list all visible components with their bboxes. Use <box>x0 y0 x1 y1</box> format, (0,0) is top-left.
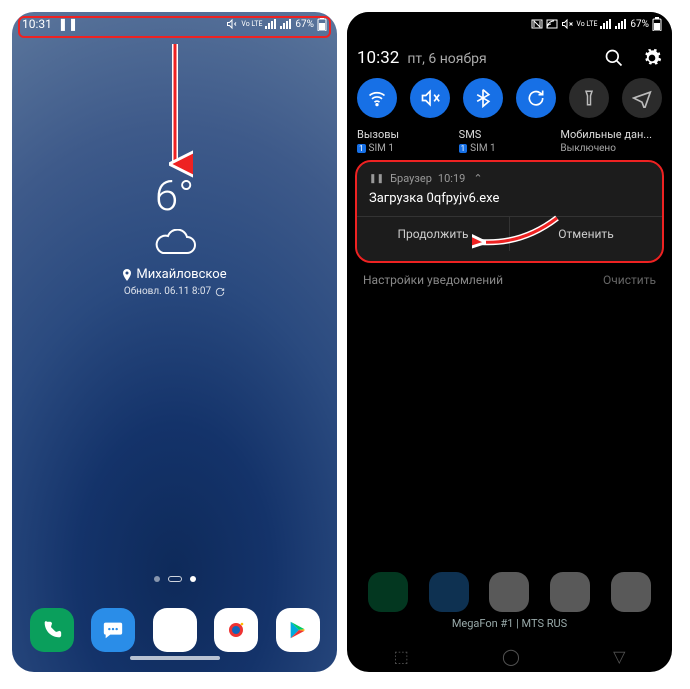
signal-icon-1 <box>265 19 277 29</box>
battery-pct: 67% <box>295 19 314 30</box>
sim-sms-value: SIM 1 <box>470 143 496 154</box>
sim-badge: 1 <box>357 144 366 153</box>
flashlight-toggle[interactable] <box>569 78 609 118</box>
cancel-button[interactable]: Отменить <box>510 217 662 251</box>
mute-icon <box>561 18 573 30</box>
cloud-icon <box>153 229 197 259</box>
battery-pct: 67% <box>630 19 649 30</box>
navigation-bar[interactable] <box>12 656 337 670</box>
pause-icon: ❚❚ <box>58 17 78 31</box>
home-pill-icon <box>168 576 182 582</box>
status-bar[interactable]: 10:31 ❚❚ Vo LTE 67% <box>12 12 337 36</box>
volte-label: Vo LTE <box>576 21 597 28</box>
notif-time: 10:19 <box>438 172 465 185</box>
bluetooth-toggle[interactable] <box>463 78 503 118</box>
phone-app-icon[interactable] <box>30 608 74 652</box>
rotate-toggle[interactable] <box>516 78 556 118</box>
wifi-toggle[interactable] <box>357 78 397 118</box>
statusbar-time: 10:31 <box>22 17 52 31</box>
gear-icon[interactable] <box>642 48 662 68</box>
notification-settings-button[interactable]: Настройки уведомлений <box>363 273 503 287</box>
phone-notification-shade: Vo LTE 67% 10:32 пт, 6 ноября <box>347 12 672 672</box>
navigation-bar[interactable]: ⬚ ◯ ▽ <box>347 647 672 666</box>
signal-icon-2 <box>615 19 627 29</box>
volte-label: Vo LTE <box>241 21 262 28</box>
sim-status-row[interactable]: Вызовы 1SIM 1 SMS 1SIM 1 Мобильные дан..… <box>357 128 662 154</box>
shade-footer: Настройки уведомлений Очистить <box>357 261 662 291</box>
search-icon[interactable] <box>604 48 624 68</box>
sim-sms-label: SMS <box>459 128 561 141</box>
annotation-arrow-down <box>157 40 193 180</box>
sim-data-label: Мобильные дан... <box>560 128 662 141</box>
app-dock: Y <box>12 608 337 652</box>
mute-icon <box>226 18 238 30</box>
page-indicator[interactable] <box>12 576 337 582</box>
nav-back-icon[interactable]: ▽ <box>613 647 625 666</box>
download-notification[interactable]: ❚❚ Браузер 10:19 ⌃ Загрузка 0qfpyjv6.exe… <box>357 162 662 261</box>
temperature-value: 6° <box>12 172 337 221</box>
shade-time: 10:32 <box>357 48 399 68</box>
sim-calls-label: Вызовы <box>357 128 459 141</box>
nav-home-icon[interactable]: ◯ <box>502 647 520 666</box>
refresh-icon <box>215 287 225 297</box>
continue-button[interactable]: Продолжить <box>357 217 510 251</box>
pause-icon: ❚❚ <box>369 174 384 184</box>
notif-app-name: Браузер <box>390 172 432 185</box>
status-bar: Vo LTE 67% <box>347 12 672 36</box>
battery-icon <box>317 17 327 31</box>
quick-settings-row <box>357 78 662 118</box>
messages-app-icon[interactable] <box>91 608 135 652</box>
signal-icon-2 <box>280 19 292 29</box>
updated-text: Обновл. 06.11 8:07 <box>124 286 211 297</box>
airplane-toggle[interactable] <box>622 78 662 118</box>
shade-header: 10:32 пт, 6 ноября <box>357 48 662 68</box>
location-name: Михайловское <box>136 267 226 282</box>
phone-home-screen: 10:31 ❚❚ Vo LTE 67% <box>12 12 337 672</box>
camera-app-icon[interactable] <box>214 608 258 652</box>
sim-calls-value: SIM 1 <box>369 143 395 154</box>
signal-icon-1 <box>600 19 612 29</box>
battery-icon <box>652 17 662 31</box>
weather-widget[interactable]: 6° Михайловское Обновл. 06.11 8:07 <box>12 172 337 297</box>
sim-data-value: Выключено <box>560 143 616 154</box>
clear-all-button[interactable]: Очистить <box>603 273 656 287</box>
location-pin-icon <box>122 269 132 281</box>
notif-title: Загрузка 0qfpyjv6.exe <box>369 191 650 206</box>
nfc-icon <box>531 19 543 29</box>
shade-date: пт, 6 ноября <box>407 51 486 67</box>
sim-badge: 1 <box>459 144 468 153</box>
app-dock-dimmed <box>347 572 672 612</box>
nav-recent-icon[interactable]: ⬚ <box>394 647 409 666</box>
carrier-label: MegaFon #1 | MTS RUS <box>347 617 672 630</box>
play-store-app-icon[interactable] <box>276 608 320 652</box>
yandex-app-icon[interactable]: Y <box>153 608 197 652</box>
chevron-up-icon[interactable]: ⌃ <box>473 172 482 185</box>
cast-icon <box>546 19 558 29</box>
sound-toggle[interactable] <box>410 78 450 118</box>
